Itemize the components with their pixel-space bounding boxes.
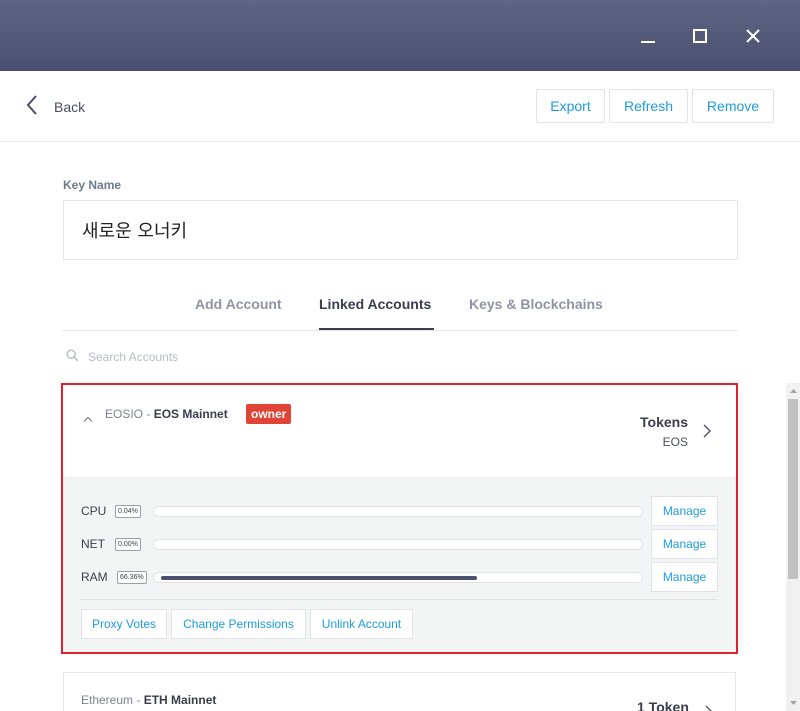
resource-percent-badge: 0.04% bbox=[115, 505, 141, 518]
account-blockchain: Ethereum bbox=[81, 693, 134, 707]
resource-progress-bar bbox=[153, 539, 643, 550]
scrollbar[interactable] bbox=[786, 383, 800, 711]
scrollbar-thumb[interactable] bbox=[788, 399, 798, 579]
resource-row-net: NET 0.00% Manage bbox=[63, 529, 736, 559]
resource-name: CPU bbox=[81, 504, 107, 518]
toolbar: Back Export Refresh Remove bbox=[0, 71, 800, 142]
search-input[interactable] bbox=[88, 347, 388, 367]
tab-add-account[interactable]: Add Account bbox=[195, 296, 282, 312]
resource-progress-bar bbox=[153, 572, 643, 583]
tab-keys-blockchains[interactable]: Keys & Blockchains bbox=[469, 296, 603, 312]
window-titlebar bbox=[0, 0, 800, 71]
manage-ram-button[interactable]: Manage bbox=[651, 562, 718, 592]
tokens-symbol: EOS bbox=[662, 435, 688, 449]
chevron-up-icon[interactable] bbox=[83, 409, 93, 427]
proxy-votes-button[interactable]: Proxy Votes bbox=[81, 609, 167, 639]
resource-percent-badge: 0.00% bbox=[115, 538, 141, 551]
scroll-down-arrow-icon[interactable] bbox=[786, 697, 800, 709]
unlink-account-button[interactable]: Unlink Account bbox=[310, 609, 413, 639]
account-title: Ethereum - ETH Mainnet bbox=[81, 693, 216, 707]
tab-linked-accounts[interactable]: Linked Accounts bbox=[319, 296, 431, 312]
account-blockchain: EOSIO bbox=[105, 407, 144, 421]
key-name-input[interactable] bbox=[63, 200, 738, 260]
resource-percent-badge: 66.36% bbox=[117, 571, 147, 584]
account-title: EOSIO - EOS Mainnet bbox=[105, 407, 228, 421]
resource-name: RAM bbox=[81, 570, 108, 584]
resource-row-cpu: CPU 0.04% Manage bbox=[63, 496, 736, 526]
scroll-up-arrow-icon[interactable] bbox=[786, 385, 800, 397]
minimize-icon[interactable] bbox=[632, 20, 664, 52]
tabs-divider bbox=[62, 330, 738, 331]
owner-badge: owner bbox=[246, 404, 292, 424]
refresh-button[interactable]: Refresh bbox=[609, 89, 688, 123]
resource-progress-fill bbox=[161, 576, 477, 580]
search-icon bbox=[66, 349, 79, 367]
manage-net-button[interactable]: Manage bbox=[651, 529, 718, 559]
maximize-icon[interactable] bbox=[684, 20, 716, 52]
account-resources: CPU 0.04% Manage NET 0.00% Manage RAM 66… bbox=[63, 477, 736, 652]
key-name-label: Key Name bbox=[63, 178, 122, 192]
manage-cpu-button[interactable]: Manage bbox=[651, 496, 718, 526]
account-network: EOS Mainnet bbox=[153, 407, 228, 421]
chevron-left-icon bbox=[26, 94, 38, 120]
account-card-header[interactable]: EOSIO - EOS Mainnet owner Tokens EOS bbox=[63, 385, 736, 477]
account-title-separator: - bbox=[143, 407, 154, 421]
change-permissions-button[interactable]: Change Permissions bbox=[171, 609, 306, 639]
tokens-title: 1 Token bbox=[637, 699, 689, 711]
account-card-eos: EOSIO - EOS Mainnet owner Tokens EOS CPU… bbox=[61, 383, 738, 654]
actions-divider bbox=[81, 599, 718, 600]
chevron-right-icon[interactable] bbox=[705, 705, 713, 711]
tokens-title: Tokens bbox=[640, 414, 688, 430]
account-title-separator: - bbox=[133, 693, 144, 707]
resource-progress-bar bbox=[153, 506, 643, 517]
export-button[interactable]: Export bbox=[536, 89, 605, 123]
remove-button[interactable]: Remove bbox=[692, 89, 774, 123]
resource-row-ram: RAM 66.36% Manage bbox=[63, 562, 736, 592]
back-label: Back bbox=[54, 99, 86, 115]
back-button[interactable]: Back bbox=[26, 94, 86, 120]
account-card-eth[interactable]: Ethereum - ETH Mainnet 1 Token bbox=[63, 672, 736, 711]
resource-name: NET bbox=[81, 537, 105, 551]
account-network: ETH Mainnet bbox=[143, 693, 217, 707]
active-tab-indicator bbox=[319, 328, 434, 330]
close-icon[interactable] bbox=[737, 20, 769, 52]
chevron-right-icon[interactable] bbox=[703, 424, 711, 443]
